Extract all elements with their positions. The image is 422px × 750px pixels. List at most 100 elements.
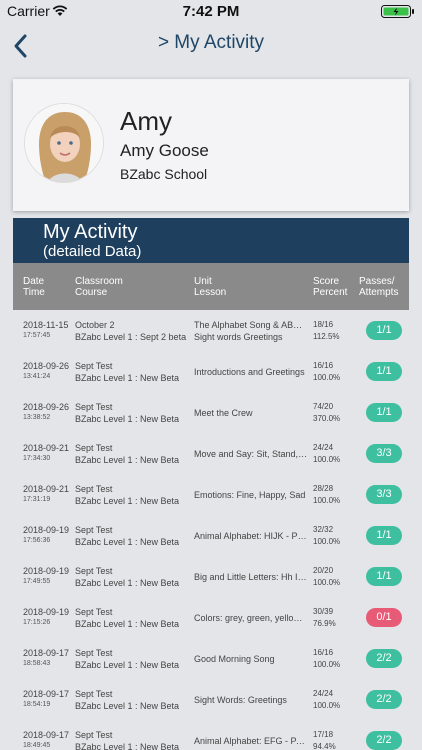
table-row[interactable]: 2018-09-17 18:54:19 Sept Test BZabc Leve… [13, 679, 409, 720]
row-date: 2018-09-17 [23, 648, 70, 658]
row-course: BZabc Level 1 : Sept 2 beta [75, 332, 187, 342]
row-lesson: Move and Say: Sit, Stand, Jump [194, 449, 308, 459]
row-course: BZabc Level 1 : New Beta [75, 537, 180, 547]
row-time: 18:54:19 [23, 701, 51, 708]
row-date: 2018-09-26 [23, 402, 70, 412]
row-time: 17:49:55 [23, 578, 51, 585]
passes-badge[interactable]: 1/1 [366, 362, 402, 381]
passes-badge[interactable]: 3/3 [366, 485, 402, 504]
table-row[interactable]: 2018-09-21 17:34:30 Sept Test BZabc Leve… [13, 433, 409, 474]
row-percent: 100.0% [313, 373, 341, 382]
row-score: 16/16 [313, 648, 334, 657]
row-score: 20/20 [313, 566, 334, 575]
profile-school: BZabc School [120, 166, 208, 182]
table-row[interactable]: 2018-09-26 13:38:52 Sept Test BZabc Leve… [13, 392, 409, 433]
row-date: 2018-09-19 [23, 607, 70, 617]
table-row[interactable]: 2018-09-17 18:58:43 Sept Test BZabc Leve… [13, 638, 409, 679]
row-classroom: Sept Test [75, 361, 113, 371]
table-row[interactable]: 2018-09-19 17:15:26 Sept Test BZabc Leve… [13, 597, 409, 638]
header-attempts: Attempts [359, 287, 399, 298]
row-percent: 100.0% [313, 578, 341, 587]
table-row[interactable]: 2018-09-26 13:41:24 Sept Test BZabc Leve… [13, 351, 409, 392]
header-course: Course [75, 287, 108, 298]
table-row[interactable]: 2018-09-19 17:49:55 Sept Test BZabc Leve… [13, 556, 409, 597]
table-row[interactable]: 2018-09-17 18:49:45 Sept Test BZabc Leve… [13, 720, 409, 750]
passes-badge[interactable]: 2/2 [366, 690, 402, 709]
status-bar: Carrier 7:42 PM [0, 0, 422, 22]
row-score: 32/32 [313, 525, 334, 534]
passes-badge[interactable]: 1/1 [366, 403, 402, 422]
profile-first-name: Amy [120, 106, 172, 136]
battery-icon [381, 5, 414, 18]
row-date: 2018-11-15 [23, 320, 69, 330]
profile-card: Amy Amy Goose BZabc School [13, 79, 409, 211]
row-course: BZabc Level 1 : New Beta [75, 701, 180, 711]
table-header: Date Time Classroom Course Unit Lesson S… [13, 263, 409, 310]
row-classroom: Sept Test [75, 484, 113, 494]
row-date: 2018-09-26 [23, 361, 70, 371]
passes-badge[interactable]: 2/2 [366, 649, 402, 668]
table-row[interactable]: 2018-11-15 17:57:45 October 2 BZabc Leve… [13, 310, 409, 351]
passes-badge[interactable]: 1/1 [366, 526, 402, 545]
row-date: 2018-09-21 [23, 443, 70, 453]
row-score: 24/24 [313, 443, 334, 452]
row-percent: 94.4% [313, 742, 336, 750]
table-row[interactable]: 2018-09-19 17:56:36 Sept Test BZabc Leve… [13, 515, 409, 556]
row-time: 17:56:36 [23, 537, 51, 544]
row-course: BZabc Level 1 : New Beta [75, 414, 180, 424]
row-score: 28/28 [313, 484, 334, 493]
row-classroom: October 2 [75, 320, 115, 330]
row-score: 74/20 [313, 402, 334, 411]
row-classroom: Sept Test [75, 525, 113, 535]
header-time: Time [23, 287, 45, 298]
row-date: 2018-09-19 [23, 566, 70, 576]
nav-bar: > My Activity [0, 22, 422, 66]
row-time: 13:41:24 [23, 373, 51, 380]
row-unit: The Alphabet Song & ABC Ch... [194, 320, 308, 330]
row-time: 18:58:43 [23, 660, 51, 667]
row-lesson: Good Morning Song [194, 654, 275, 664]
row-percent: 100.0% [313, 455, 341, 464]
header-percent: Percent [313, 287, 348, 298]
row-date: 2018-09-17 [23, 689, 70, 699]
row-score: 18/16 [313, 320, 334, 329]
header-classroom: Classroom [75, 276, 123, 287]
row-lesson: Animal Alphabet: HIJK - Part 1 [194, 531, 308, 541]
row-score: 30/39 [313, 607, 334, 616]
passes-badge[interactable]: 3/3 [366, 444, 402, 463]
row-time: 17:31:19 [23, 496, 51, 503]
row-score: 16/16 [313, 361, 334, 370]
table-row[interactable]: 2018-09-21 17:31:19 Sept Test BZabc Leve… [13, 474, 409, 515]
row-classroom: Sept Test [75, 443, 113, 453]
row-percent: 100.0% [313, 496, 341, 505]
row-lesson: Introductions and Greetings [194, 367, 305, 377]
passes-badge[interactable]: 1/1 [366, 567, 402, 586]
row-classroom: Sept Test [75, 648, 113, 658]
passes-badge[interactable]: 0/1 [366, 608, 402, 627]
row-percent: 100.0% [313, 537, 341, 546]
row-lesson: Sight Words: Greetings [194, 695, 287, 705]
header-date: Date [23, 276, 45, 287]
row-course: BZabc Level 1 : New Beta [75, 455, 180, 465]
row-lesson: Meet the Crew [194, 408, 253, 418]
status-time: 7:42 PM [182, 3, 240, 20]
row-time: 17:57:45 [23, 332, 51, 339]
row-time: 13:38:52 [23, 414, 51, 421]
passes-badge[interactable]: 2/2 [366, 731, 402, 750]
row-percent: 370.0% [313, 414, 341, 423]
row-classroom: Sept Test [75, 730, 113, 740]
row-course: BZabc Level 1 : New Beta [75, 373, 180, 383]
row-course: BZabc Level 1 : New Beta [75, 660, 180, 670]
header-score: Score [313, 276, 340, 287]
row-time: 18:49:45 [23, 742, 51, 749]
row-percent: 76.9% [313, 619, 336, 628]
header-unit: Unit [194, 276, 212, 287]
row-percent: 100.0% [313, 701, 341, 710]
passes-badge[interactable]: 1/1 [366, 321, 402, 340]
row-course: BZabc Level 1 : New Beta [75, 578, 180, 588]
row-lesson: Big and Little Letters: Hh Ii Jj [194, 572, 308, 582]
activity-subtitle: (detailed Data) [43, 243, 142, 260]
avatar [24, 103, 104, 183]
row-classroom: Sept Test [75, 689, 113, 699]
header-passes-attempts: Passes/ Attempts [359, 276, 398, 298]
